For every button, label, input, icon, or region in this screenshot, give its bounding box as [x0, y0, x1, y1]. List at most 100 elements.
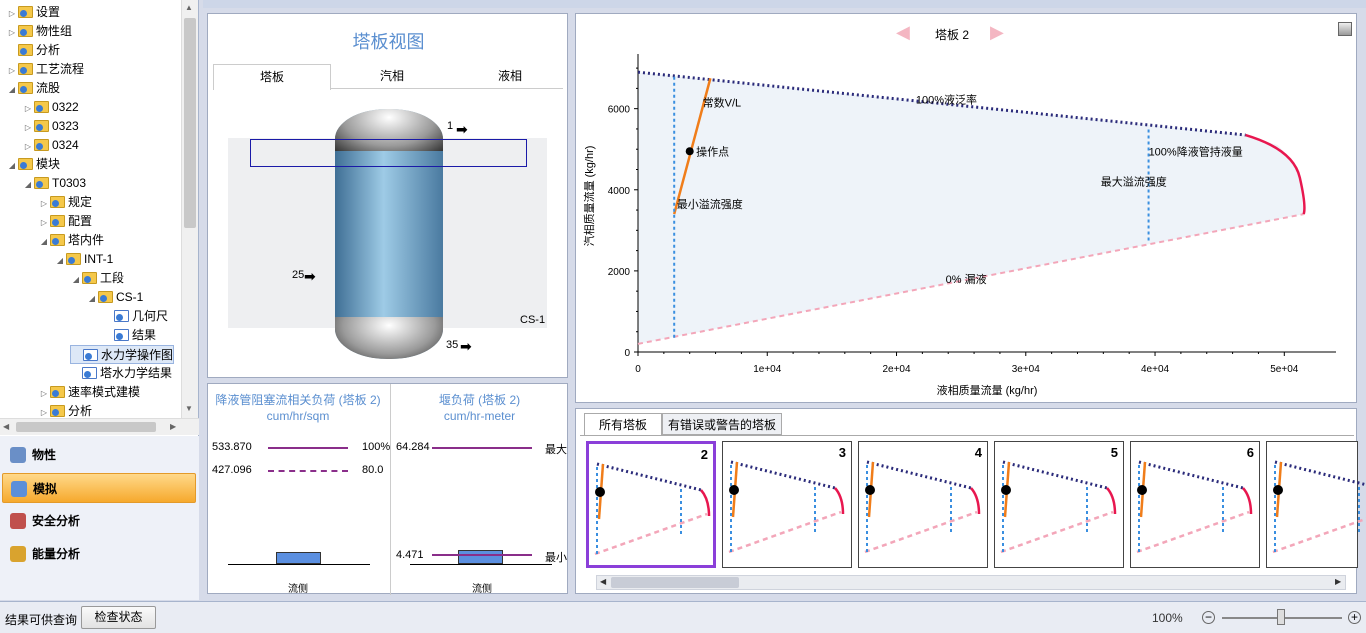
tree-item[interactable]: ▷ 配置 — [38, 212, 92, 231]
tree-item[interactable]: ◢ 塔内件 — [38, 231, 104, 250]
label-flood: 100%液泛率 — [916, 92, 977, 106]
tree-item[interactable]: ▷ 设置 — [6, 3, 60, 22]
expand-toggle-icon[interactable]: ▷ — [38, 194, 50, 213]
tab-liquid[interactable]: 液相 — [451, 64, 569, 88]
folder-icon — [18, 6, 33, 18]
check-status-button[interactable]: 检查状态 — [81, 606, 156, 629]
tree-item[interactable]: 塔水力学结果 — [70, 364, 172, 383]
loads-panel: 降液管阻塞流相关负荷 (塔板 2) cum/hr/sqm 533.870 100… — [207, 383, 568, 595]
tray-thumbnail[interactable]: 2 — [586, 441, 716, 568]
tree-horizontal-scrollbar[interactable]: ◀ ▶ — [0, 418, 199, 435]
downcomer-load-bar — [276, 552, 321, 564]
tree-item-label: 速率模式建模 — [68, 385, 141, 399]
tray-thumbnail[interactable]: 3 — [722, 441, 852, 568]
tree-item[interactable]: 结果 — [102, 326, 156, 345]
tree-item-label: 几何尺 — [132, 309, 169, 323]
safety-icon — [10, 513, 26, 529]
tree-item-label: 0323 — [52, 119, 79, 133]
tree-item[interactable]: ▷ 物性组 — [6, 22, 72, 41]
weir-max-label: 最大 — [545, 444, 567, 456]
expand-toggle-icon[interactable]: ◢ — [38, 232, 50, 251]
expand-toggle-icon[interactable]: ▷ — [22, 137, 34, 156]
zoom-in-icon[interactable]: + — [1348, 611, 1361, 624]
expand-toggle-icon[interactable]: ▷ — [6, 61, 18, 80]
thumbnails-scrollbar[interactable]: ◀ ▶ — [596, 575, 1346, 590]
tree-item[interactable]: 分析 — [6, 41, 60, 60]
tree-item[interactable]: 水力学操作图 — [70, 345, 175, 364]
tray-thumbnail[interactable] — [1266, 441, 1366, 568]
tab-vapor[interactable]: 汽相 — [333, 64, 451, 88]
expand-toggle-icon[interactable]: ◢ — [6, 156, 18, 175]
tree-item[interactable]: ◢ T0303 — [22, 174, 86, 193]
folder-icon — [18, 44, 33, 56]
expand-toggle-icon[interactable]: ◢ — [86, 289, 98, 308]
expand-toggle-icon[interactable]: ◢ — [6, 80, 18, 99]
x-tick-label: 4e+04 — [1141, 364, 1170, 375]
tree-vertical-scrollbar[interactable]: ▲ ▼ — [181, 0, 198, 418]
expand-toggle-icon[interactable]: ◢ — [54, 251, 66, 270]
tree-item-label: 物性组 — [36, 24, 73, 38]
tree-item[interactable]: ▷ 规定 — [38, 193, 92, 212]
tree-item[interactable]: ▷ 工艺流程 — [6, 60, 84, 79]
tab-warning-trays[interactable]: 有错误或警告的塔板 — [662, 413, 782, 435]
tray-number: 5 — [1110, 445, 1118, 460]
expand-toggle-icon[interactable]: ▷ — [38, 213, 50, 232]
tray-view-tabs: 塔板 汽相 液相 — [213, 64, 563, 90]
form-icon — [83, 349, 98, 361]
status-text: 结果可供查询 — [5, 613, 78, 627]
nav-button-label: 物性 — [32, 448, 57, 462]
x-tick-label: 5e+04 — [1270, 364, 1299, 375]
navigation-tree[interactable]: ▷ 设置 ▷ 物性组 分析 ▷ 工艺流程 ◢ 流股 ▷ 0322 ▷ 0323 ▷ 0324 ◢ 模块 ◢ T030… — [0, 0, 181, 418]
tree-item[interactable]: ◢ 工段 — [70, 269, 124, 288]
zoom-slider-thumb[interactable] — [1277, 609, 1285, 625]
energy-icon — [10, 546, 26, 562]
tree-item[interactable]: ▷ 分析 — [38, 402, 92, 418]
tree-item-label: INT-1 — [84, 252, 114, 266]
tree-item[interactable]: ▷ 速率模式建模 — [38, 383, 140, 402]
tray-view-title: 塔板视图 — [352, 32, 425, 52]
tree-item[interactable]: ▷ 0322 — [22, 98, 79, 117]
folder-icon — [82, 272, 97, 284]
weir-load-bar — [458, 550, 503, 564]
tree-item[interactable]: ◢ INT-1 — [54, 250, 113, 269]
nav-button-label: 模拟 — [33, 482, 58, 496]
tree-item[interactable]: ◢ 流股 — [6, 79, 60, 98]
weir-load-title: 堰负荷 (塔板 2) — [438, 393, 521, 407]
bottom-stream-label: 35 — [446, 339, 459, 351]
tab-tray[interactable]: 塔板 — [213, 64, 331, 90]
weir-bar-label: 流侧 — [472, 584, 492, 595]
tree-item[interactable]: 几何尺 — [102, 307, 168, 326]
tray-thumbnail[interactable]: 4 — [858, 441, 988, 568]
tree-item[interactable]: ▷ 0323 — [22, 117, 79, 136]
label-weep: 0% 漏液 — [946, 272, 987, 286]
weir-min-label: 最小 — [545, 552, 567, 564]
tray-thumbnail[interactable]: 5 — [994, 441, 1124, 568]
y-axis-label: 汽相质量流量 (kg/hr) — [582, 146, 596, 247]
tree-item-label: 塔内件 — [68, 233, 105, 247]
tray-thumbnail[interactable]: 6 — [1130, 441, 1260, 568]
expand-toggle-icon[interactable]: ◢ — [70, 270, 82, 289]
expand-toggle-icon[interactable]: ▷ — [6, 23, 18, 42]
weir-load-unit: cum/hr-meter — [443, 409, 516, 423]
zoom-out-icon[interactable]: − — [1202, 611, 1215, 624]
tree-item-label: 塔水力学结果 — [100, 366, 173, 380]
tree-item[interactable]: ◢ CS-1 — [86, 288, 143, 307]
flowsheet-icon — [11, 481, 27, 497]
expand-toggle-icon[interactable]: ▷ — [6, 4, 18, 23]
expand-toggle-icon[interactable]: ▷ — [22, 99, 34, 118]
expand-toggle-icon[interactable]: ◢ — [22, 175, 34, 194]
nav-button[interactable]: 能量分析 — [2, 539, 196, 569]
folder-icon — [34, 101, 49, 113]
x-axis-label: 液相质量流量 (kg/hr) — [937, 383, 1038, 397]
expand-toggle-icon[interactable]: ▷ — [22, 118, 34, 137]
tab-all-trays[interactable]: 所有塔板 — [584, 413, 662, 435]
tree-item[interactable]: ▷ 0324 — [22, 136, 79, 155]
expand-toggle-icon[interactable]: ▷ — [38, 384, 50, 403]
expand-toggle-icon[interactable]: ▷ — [38, 403, 50, 418]
tree-item[interactable]: ◢ 模块 — [6, 155, 60, 174]
nav-button[interactable]: 安全分析 — [2, 506, 196, 536]
nav-button[interactable]: 模拟 — [2, 473, 196, 503]
document-tab-strip[interactable] — [203, 0, 1366, 8]
nav-button[interactable]: 物性 — [2, 440, 196, 470]
hydraulic-plot-panel: ◀ 塔板 2 ▶ 0 1e+04 2e+04 3e+04 4e+04 5e+04 0 2000… — [575, 13, 1357, 403]
